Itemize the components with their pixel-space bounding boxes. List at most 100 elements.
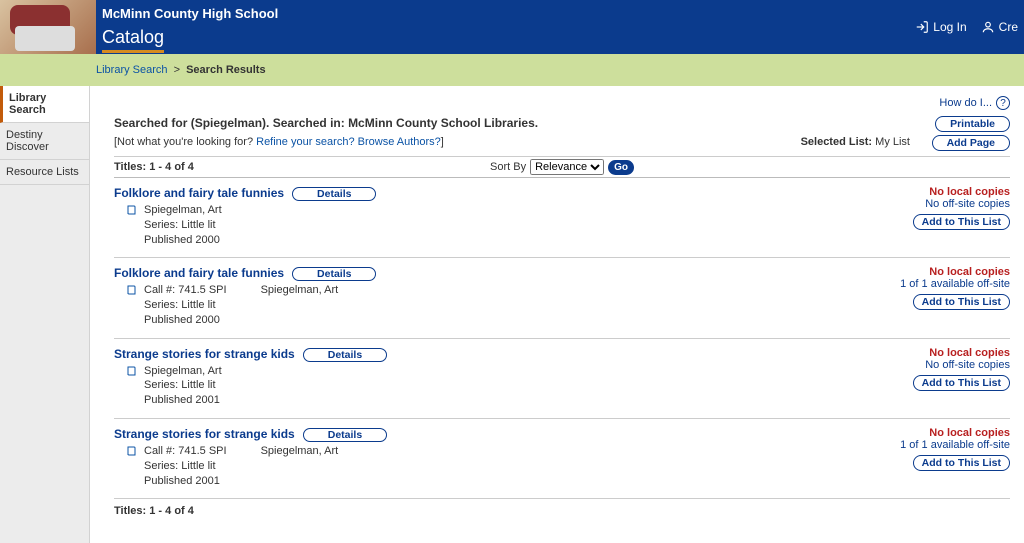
login-label: Log In: [933, 20, 966, 34]
details-button[interactable]: Details: [292, 187, 376, 201]
series: Series: Little lit: [144, 298, 338, 313]
meta-block: Call #: 741.5 SPI Spiegelman, Art Series: …: [144, 444, 338, 489]
book-icon: [126, 364, 138, 378]
meta-row: Spiegelman, ArtSeries: Little litPublish…: [114, 203, 860, 248]
search-header: Printable Add Page Searched for (Spiegel…: [114, 116, 1010, 157]
top-banner: McMinn County High School Catalog Log In…: [0, 0, 1024, 54]
breadcrumb-sep: >: [171, 64, 184, 76]
search-summary: Searched for (Spiegelman). Searched in: …: [114, 116, 1010, 130]
banner-image: [0, 0, 96, 54]
no-local-copies: No local copies: [860, 347, 1010, 359]
go-button[interactable]: Go: [608, 160, 634, 175]
toolbar-row: Titles: 1 - 4 of 4 Sort By Relevance Go: [114, 157, 1010, 178]
nav-library-search[interactable]: Library Search: [0, 86, 89, 123]
help-icon: ?: [996, 96, 1010, 110]
result-left: Strange stories for strange kids Details S…: [114, 347, 860, 408]
banner-text: McMinn County High School Catalog: [96, 0, 278, 54]
details-button[interactable]: Details: [292, 267, 376, 281]
series: Series: Little lit: [144, 459, 338, 474]
no-local-copies: No local copies: [860, 266, 1010, 278]
add-to-list-button[interactable]: Add to This List: [913, 455, 1010, 471]
author: Spiegelman, Art: [261, 445, 339, 457]
results-list: Folklore and fairy tale funnies Details Sp…: [114, 178, 1010, 499]
breadcrumb-library-search[interactable]: Library Search: [96, 64, 168, 76]
author: Spiegelman, Art: [144, 364, 222, 379]
offsite-copies: 1 of 1 available off-site: [860, 439, 1010, 451]
call-number: Call #: 741.5 SPI: [144, 284, 227, 296]
published: Published 2001: [144, 393, 222, 408]
details-button[interactable]: Details: [303, 428, 387, 442]
school-name: McMinn County High School: [102, 6, 278, 21]
series: Series: Little lit: [144, 378, 222, 393]
refine-search-link[interactable]: Refine your search?: [256, 136, 354, 148]
left-nav: Library Search Destiny Discover Resource…: [0, 86, 90, 543]
meta-block: Spiegelman, ArtSeries: Little litPublish…: [144, 364, 222, 409]
breadcrumb-bar: Library Search > Search Results: [0, 54, 1024, 86]
add-to-list-button[interactable]: Add to This List: [913, 214, 1010, 230]
refine-suffix: ]: [441, 136, 444, 148]
selected-list-value: My List: [875, 136, 910, 148]
result-right: No local copies1 of 1 available off-site…: [860, 427, 1010, 488]
result-left: Folklore and fairy tale funnies Details Ca…: [114, 266, 860, 327]
how-do-i-link[interactable]: How do I... ?: [939, 96, 1010, 110]
published: Published 2000: [144, 313, 338, 328]
result-row: Folklore and fairy tale funnies Details Ca…: [114, 258, 1010, 338]
series: Series: Little lit: [144, 218, 222, 233]
result-right: No local copies1 of 1 available off-site…: [860, 266, 1010, 327]
header-actions: Log In Cre: [915, 0, 1024, 54]
nav-destiny-discover[interactable]: Destiny Discover: [0, 123, 89, 160]
result-row: Strange stories for strange kids Details C…: [114, 419, 1010, 499]
offsite-copies: 1 of 1 available off-site: [860, 278, 1010, 290]
no-local-copies: No local copies: [860, 427, 1010, 439]
how-do-i-label: How do I...: [939, 97, 992, 109]
add-to-list-button[interactable]: Add to This List: [913, 375, 1010, 391]
result-left: Strange stories for strange kids Details C…: [114, 427, 860, 488]
titles-count-top: Titles: 1 - 4 of 4: [114, 161, 194, 173]
details-button[interactable]: Details: [303, 348, 387, 362]
meta-row: Spiegelman, ArtSeries: Little litPublish…: [114, 364, 860, 409]
book-icon: [126, 283, 138, 297]
meta-row: Call #: 741.5 SPI Spiegelman, Art Series: …: [114, 444, 860, 489]
browse-authors-link[interactable]: Browse Authors?: [358, 136, 441, 148]
login-button[interactable]: Log In: [915, 20, 966, 34]
book-icon: [126, 444, 138, 458]
content-area: How do I... ? Printable Add Page Searche…: [90, 86, 1024, 543]
result-left: Folklore and fairy tale funnies Details Sp…: [114, 186, 860, 247]
meta-row: Call #: 741.5 SPI Spiegelman, Art Series: …: [114, 283, 860, 328]
result-title-link[interactable]: Folklore and fairy tale funnies: [114, 266, 284, 280]
refine-line: [Not what you're looking for? Refine you…: [114, 136, 444, 148]
header-pills: Printable Add Page: [932, 116, 1010, 154]
titles-count-bottom: Titles: 1 - 4 of 4: [114, 499, 1010, 523]
published: Published 2000: [144, 233, 222, 248]
call-number: Call #: 741.5 SPI: [144, 445, 227, 457]
login-icon: [915, 20, 929, 34]
create-account-button[interactable]: Cre: [981, 20, 1018, 34]
result-right: No local copiesNo off-site copies Add to …: [860, 186, 1010, 247]
result-title-link[interactable]: Strange stories for strange kids: [114, 347, 295, 361]
sort-group: Sort By Relevance Go: [490, 159, 634, 175]
published: Published 2001: [144, 474, 338, 489]
add-page-button[interactable]: Add Page: [932, 135, 1010, 151]
refine-prefix: [Not what you're looking for?: [114, 136, 256, 148]
book-icon: [126, 203, 138, 217]
meta-block: Spiegelman, ArtSeries: Little litPublish…: [144, 203, 222, 248]
nav-resource-lists[interactable]: Resource Lists: [0, 160, 89, 185]
add-to-list-button[interactable]: Add to This List: [913, 294, 1010, 310]
create-label: Cre: [999, 20, 1018, 34]
sort-label: Sort By: [490, 161, 526, 173]
result-title-link[interactable]: Strange stories for strange kids: [114, 427, 295, 441]
printable-button[interactable]: Printable: [935, 116, 1010, 132]
breadcrumb-current: Search Results: [186, 64, 265, 76]
offsite-copies: No off-site copies: [860, 359, 1010, 371]
user-icon: [981, 20, 995, 34]
result-row: Strange stories for strange kids Details S…: [114, 339, 1010, 419]
result-title-link[interactable]: Folklore and fairy tale funnies: [114, 186, 284, 200]
no-local-copies: No local copies: [860, 186, 1010, 198]
result-right: No local copiesNo off-site copies Add to …: [860, 347, 1010, 408]
meta-block: Call #: 741.5 SPI Spiegelman, Art Series: …: [144, 283, 338, 328]
sort-select[interactable]: Relevance: [530, 159, 604, 175]
author: Spiegelman, Art: [144, 203, 222, 218]
offsite-copies: No off-site copies: [860, 198, 1010, 210]
author: Spiegelman, Art: [261, 284, 339, 296]
catalog-tab[interactable]: Catalog: [102, 27, 164, 53]
